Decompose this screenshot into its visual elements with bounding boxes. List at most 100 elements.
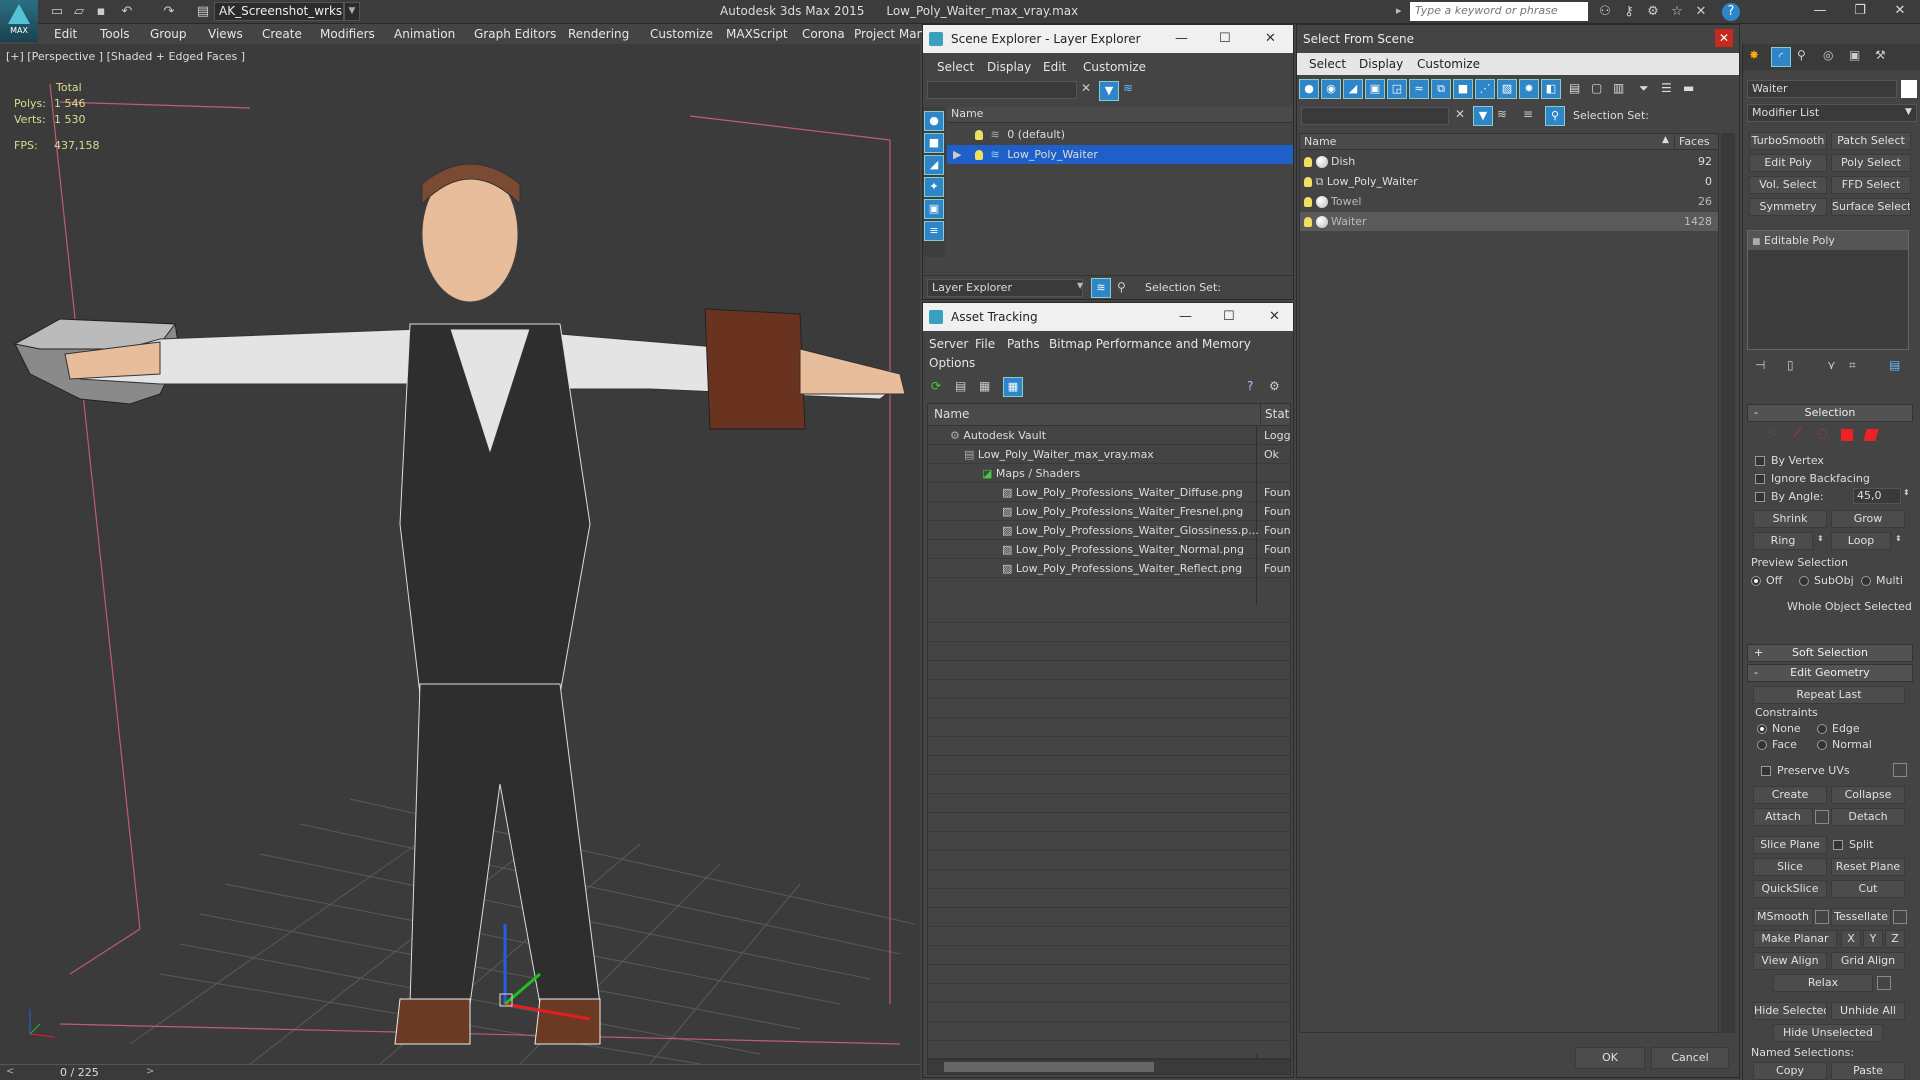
object-row-dish[interactable]: Dish 92 xyxy=(1300,152,1718,171)
split-checkbox[interactable]: Split xyxy=(1833,838,1873,851)
poly-select-button[interactable]: Poly Select xyxy=(1831,154,1911,172)
by-vertex-checkbox[interactable]: By Vertex xyxy=(1755,454,1824,467)
ring-button[interactable]: Ring xyxy=(1753,532,1813,550)
planar-z-button[interactable]: Z xyxy=(1885,930,1905,948)
filter-icon[interactable]: ▼ xyxy=(1099,81,1119,101)
se-search-input[interactable] xyxy=(927,81,1077,99)
patch-select-button[interactable]: Patch Select xyxy=(1831,132,1911,150)
relax-button[interactable]: Relax xyxy=(1773,974,1873,992)
at-menu-options[interactable]: Options xyxy=(929,356,975,370)
grid-align-button[interactable]: Grid Align xyxy=(1831,952,1905,970)
preview-multi-radio[interactable]: Multi xyxy=(1861,574,1903,587)
layer-manager-icon[interactable]: ≋ xyxy=(1091,278,1111,298)
sfs-menu-select[interactable]: Select xyxy=(1309,57,1346,71)
menu-rendering[interactable]: Rendering xyxy=(568,27,629,41)
loop-button[interactable]: Loop xyxy=(1831,532,1891,550)
menu-views[interactable]: Views xyxy=(208,27,243,41)
hide-unselected-button[interactable]: Hide Unselected xyxy=(1773,1024,1883,1042)
stack-expand-icon[interactable]: ■ xyxy=(1752,237,1761,247)
search-box[interactable] xyxy=(1410,2,1588,21)
reset-plane-button[interactable]: Reset Plane xyxy=(1831,858,1905,876)
radio[interactable] xyxy=(1817,724,1827,734)
filter-bones-icon[interactable]: ⋰ xyxy=(1475,79,1495,99)
maximize-button[interactable]: ☐ xyxy=(1223,309,1235,324)
filter-hidden-icon[interactable]: ◧ xyxy=(1541,79,1561,99)
object-color-swatch[interactable] xyxy=(1901,80,1917,98)
se-menu-customize[interactable]: Customize xyxy=(1083,60,1146,74)
filter-icon[interactable]: ⏷ xyxy=(1639,81,1649,96)
asset-row[interactable]: ▨ Low_Poly_Professions_Waiter_Normal.png… xyxy=(928,540,1290,559)
repeat-last-button[interactable]: Repeat Last xyxy=(1753,686,1905,704)
asset-row[interactable]: ▨ Low_Poly_Professions_Waiter_Fresnel.pn… xyxy=(928,502,1290,521)
menu-project-manager[interactable]: Project Man xyxy=(854,27,924,41)
se-menu-edit[interactable]: Edit xyxy=(1043,60,1066,74)
filter-helpers-icon[interactable]: ◲ xyxy=(1387,79,1407,99)
chevron-down-icon[interactable]: ▼ xyxy=(1077,281,1083,290)
planar-y-button[interactable]: Y xyxy=(1863,930,1883,948)
display-lights-icon[interactable]: ✦ xyxy=(924,177,944,197)
filter-geometry-icon[interactable]: ● xyxy=(1299,79,1319,99)
display-shapes-icon[interactable]: ◢ xyxy=(924,155,944,175)
checkbox[interactable] xyxy=(1833,840,1843,850)
project-folder-icon[interactable]: ▤ xyxy=(194,3,212,21)
layer-row-low-poly-waiter[interactable]: ▶ ≋ Low_Poly_Waiter xyxy=(947,145,1293,164)
edge-mode-icon[interactable]: ⟋ xyxy=(1793,426,1801,441)
filter-spacewarps-icon[interactable]: ≈ xyxy=(1409,79,1429,99)
connect-icon[interactable]: ⚙ xyxy=(1644,3,1662,21)
shrink-button[interactable]: Shrink xyxy=(1753,510,1827,528)
sfs-menu-customize[interactable]: Customize xyxy=(1417,57,1480,71)
key-icon[interactable]: ⚷ xyxy=(1620,3,1638,21)
workspace-dropdown[interactable]: AK_Screenshot_wrksp xyxy=(214,2,344,21)
unhide-all-button[interactable]: Unhide All xyxy=(1831,1002,1905,1020)
menu-edit[interactable]: Edit xyxy=(54,27,77,41)
at-menu-paths[interactable]: Paths xyxy=(1007,337,1040,351)
hierarchy-filter-icon[interactable]: ☰ xyxy=(1661,81,1672,95)
turbosmooth-button[interactable]: TurboSmooth xyxy=(1749,132,1827,150)
col-name[interactable]: Name xyxy=(1304,135,1336,148)
minimize-button[interactable]: — xyxy=(1175,31,1188,46)
favorite-icon[interactable]: ☆ xyxy=(1668,3,1686,21)
viewport-label[interactable]: [+] [Perspective ] [Shaded + Edged Faces… xyxy=(6,50,245,63)
polygon-mode-icon[interactable] xyxy=(1841,429,1853,441)
show-end-result-icon[interactable]: ▯ xyxy=(1787,358,1794,372)
menu-corona[interactable]: Corona xyxy=(802,27,845,41)
scrollbar-thumb[interactable] xyxy=(944,1062,1154,1072)
close-x-icon[interactable]: ✕ xyxy=(1692,3,1710,21)
close-button[interactable]: ✕ xyxy=(1880,0,1920,22)
utilities-tab-icon[interactable]: ⚒ xyxy=(1875,48,1886,62)
vol-select-button[interactable]: Vol. Select xyxy=(1749,176,1827,194)
collapse-button[interactable]: Collapse xyxy=(1831,786,1905,804)
checkbox[interactable] xyxy=(1755,474,1765,484)
slice-plane-button[interactable]: Slice Plane xyxy=(1753,836,1827,854)
time-slider[interactable]: < 0 / 225 > xyxy=(0,1064,920,1080)
make-unique-icon[interactable]: ⋎ xyxy=(1827,358,1836,372)
display-objects-icon[interactable]: ● xyxy=(924,111,944,131)
vertical-scrollbar[interactable] xyxy=(1721,133,1735,1033)
paste-button[interactable]: Paste xyxy=(1831,1062,1905,1080)
radio[interactable] xyxy=(1861,576,1871,586)
redo-icon[interactable]: ↷ xyxy=(160,3,178,21)
asset-row[interactable]: ⚙ Autodesk Vault Logge xyxy=(928,426,1290,445)
configure-modifier-sets-icon[interactable]: ▤ xyxy=(1889,358,1900,372)
tessellate-button[interactable]: Tessellate xyxy=(1831,908,1891,926)
make-planar-button[interactable]: Make Planar xyxy=(1753,930,1837,948)
object-row-low-poly-waiter[interactable]: ⧉ Low_Poly_Waiter 0 xyxy=(1300,172,1718,191)
save-file-icon[interactable]: ▪ xyxy=(92,3,110,21)
modify-tab-icon[interactable]: ◜ xyxy=(1771,47,1791,67)
ignore-backfacing-checkbox[interactable]: Ignore Backfacing xyxy=(1755,472,1870,485)
stack-item-editable-poly[interactable]: ■ Editable Poly xyxy=(1748,231,1908,250)
se-menu-display[interactable]: Display xyxy=(987,60,1031,74)
hierarchy-icon[interactable]: ⚲ xyxy=(1117,280,1126,294)
quickslice-button[interactable]: QuickSlice xyxy=(1753,880,1827,898)
object-name-field[interactable]: Waiter xyxy=(1747,80,1897,98)
modifier-list-dropdown[interactable]: Modifier List xyxy=(1747,104,1917,122)
ok-button[interactable]: OK xyxy=(1575,1047,1645,1069)
by-angle-checkbox[interactable]: By Angle: xyxy=(1755,490,1824,503)
chevron-down-icon[interactable]: ▼ xyxy=(344,2,360,21)
hierarchy-icon[interactable]: ⚲ xyxy=(1545,106,1565,126)
layer-row-default[interactable]: ≋ 0 (default) xyxy=(947,125,1293,144)
minimize-button[interactable]: — xyxy=(1179,309,1192,324)
maximize-button[interactable]: ☐ xyxy=(1219,31,1231,46)
filter-containers-icon[interactable]: ▧ xyxy=(1497,79,1517,99)
close-button[interactable]: ✕ xyxy=(1269,309,1280,324)
